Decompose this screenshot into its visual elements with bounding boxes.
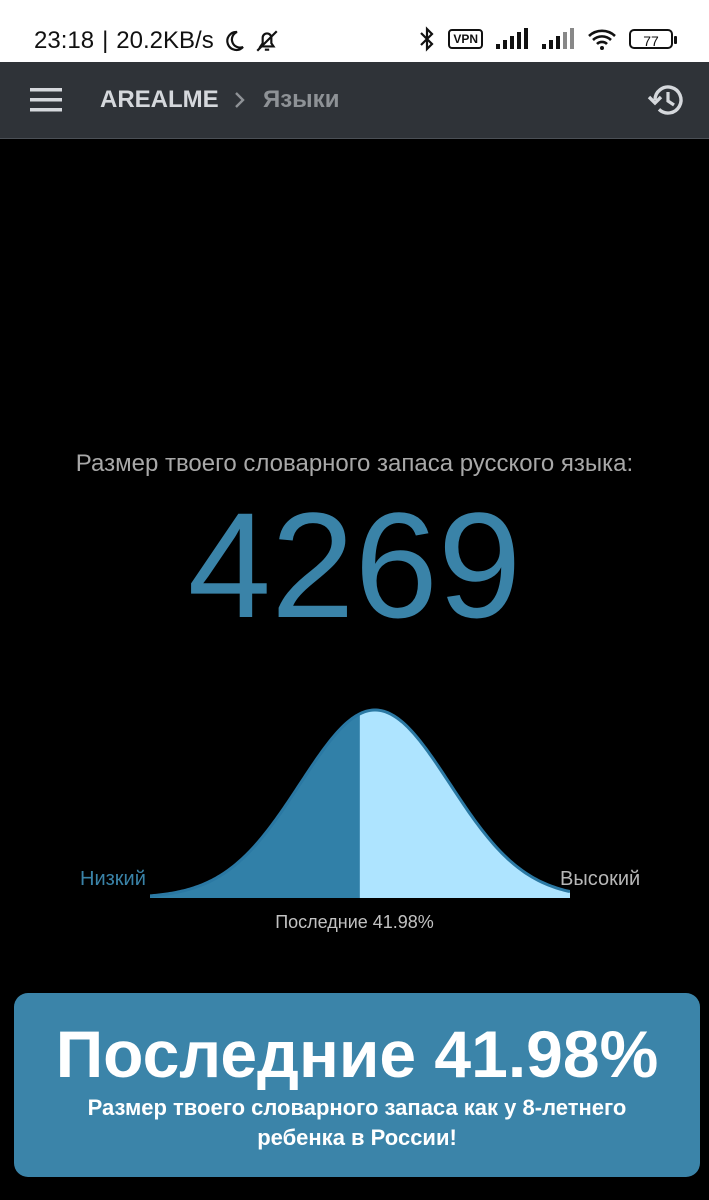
result-card: Последние 41.98% Размер твоего словарног… [14,993,700,1177]
status-separator: | [102,27,109,54]
signal-icon [496,28,528,49]
menu-icon[interactable] [30,86,62,114]
vocabulary-score: 4269 [187,481,522,649]
battery-level: 77 [643,33,659,49]
app-bar: AREALME Языки [0,62,709,139]
bluetooth-icon [420,26,434,52]
chevron-right-icon [235,92,245,108]
status-left: 23:18 | 20.2KB/s [34,27,280,55]
history-icon[interactable] [646,81,686,119]
scale-low-label: Низкий [80,868,146,890]
breadcrumb-languages[interactable]: Языки [263,85,339,115]
wifi-icon [588,29,616,50]
status-time: 23:18 [34,27,95,54]
bell-off-icon [256,30,278,52]
distribution-curve [150,708,570,898]
status-net-speed: 20.2KB/s [116,27,214,54]
percentile-caption: Последние 41.98% [275,912,434,932]
status-bar: 23:18 | 20.2KB/s VPN 77 [0,0,709,62]
result-card-title: Последние 41.98% [55,1017,659,1091]
curve-area-above [150,710,570,898]
vocabulary-label: Размер твоего словарного запаса русского… [75,450,634,477]
moon-icon [225,30,244,52]
signal-icon-2 [542,28,574,49]
battery-icon: 77 [629,29,677,49]
result-card-description: Размер твоего словарного запаса как у 8-… [87,1095,627,1150]
status-right: VPN 77 [418,26,677,52]
vpn-badge: VPN [448,29,483,49]
brand-link[interactable]: AREALME [100,85,219,115]
scale-high-label: Высокий [560,868,641,890]
